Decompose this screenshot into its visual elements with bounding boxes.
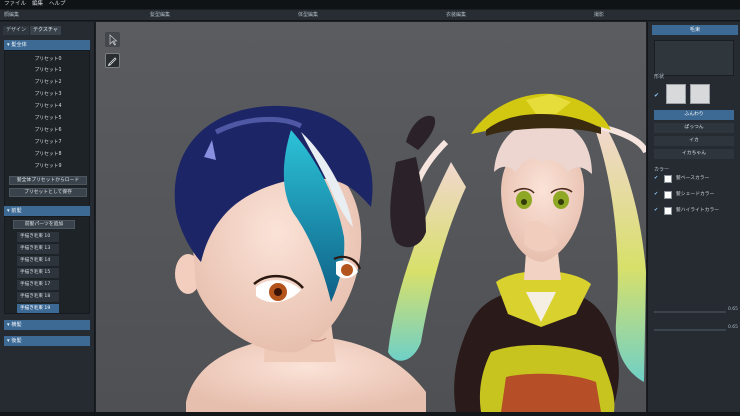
add-front-part-button[interactable]: 前髪パーツを追加 [13,220,75,229]
tab-outfit-edit[interactable]: 衣装編集 [446,10,466,21]
section-header-back-hair[interactable]: ▾ 後髪 [4,336,90,346]
preset-item[interactable]: プリセット6 [5,126,91,136]
hair-part-item[interactable]: 手描き毛束 15 [17,268,59,278]
preset-item[interactable]: プリセット1 [5,66,91,76]
check-icon[interactable]: ✔ [654,208,659,213]
tab-face-edit[interactable]: 顔編集 [4,10,19,21]
section-title: 横髪 [11,322,22,328]
menu-file[interactable]: ファイル [4,0,26,9]
right-panel: 毛束 形状 ✔ ふんわり ぱっつん イカ イカちゃん カラー ✔ 髪ベースカラー… [647,22,740,412]
hair-part-item[interactable]: 手描き毛束 18 [17,292,59,302]
status-bar [0,412,740,416]
section-title: 前髪 [11,208,22,214]
save-preset-button[interactable]: プリセットとして保存 [9,188,87,197]
color-swatch[interactable] [664,191,672,199]
menu-help[interactable]: ヘルプ [49,0,66,9]
section-header-front-hair[interactable]: ▾ 前髪 [4,206,90,216]
section-header-all-hair[interactable]: ▾ 髪全体 [4,40,90,50]
preset-list: プリセット0 プリセット1 プリセット2 プリセット3 プリセット4 プリセット… [4,50,90,222]
section-title: 後髪 [11,338,22,344]
style-option-selected[interactable]: ふんわり [654,110,734,120]
color-swatch[interactable] [664,175,672,183]
load-preset-button[interactable]: 髪全体プリセットからロード [9,176,87,185]
hair-part-item[interactable]: 手描き毛束 13 [17,244,59,254]
tab-texture[interactable]: テクスチャ [30,26,61,35]
color-row-shade[interactable]: ✔ 髪シェードカラー [654,190,738,200]
preset-item[interactable]: プリセット9 [5,162,91,172]
preset-item[interactable]: プリセット7 [5,138,91,148]
section-tab-bar: 顔編集 髪型編集 体型編集 衣装編集 撮影 [0,10,740,21]
color-row-highlight[interactable]: ✔ 髪ハイライトカラー [654,206,738,216]
style-option[interactable]: ぱっつん [654,123,734,133]
style-option[interactable]: イカちゃん [654,149,734,159]
slider-value-1: 0.65 [728,307,739,312]
preset-item[interactable]: プリセット2 [5,78,91,88]
preset-item[interactable]: プリセット0 [5,55,91,65]
color-row-base[interactable]: ✔ 髪ベースカラー [654,174,738,184]
menu-edit[interactable]: 編集 [32,0,43,9]
front-hair-list: 前髪パーツを追加 手描き毛束 10 手描き毛束 13 手描き毛束 14 手描き毛… [4,216,90,314]
section-title: 髪全体 [11,42,27,48]
shape-swatch-2[interactable] [690,84,710,104]
color-label: カラー [654,167,670,173]
3d-model-render [174,93,646,412]
tab-hair-edit[interactable]: 髪型編集 [150,10,170,21]
left-panel: デザイン テクスチャ ▾ 髪全体 プリセット0 プリセット1 プリセット2 プリ… [0,22,95,412]
hair-part-item[interactable]: 手描き毛束 14 [17,256,59,266]
section-header-side-hair[interactable]: ▾ 横髪 [4,320,90,330]
color-swatch[interactable] [664,207,672,215]
check-icon[interactable]: ✔ [654,192,659,197]
preset-item[interactable]: プリセット8 [5,150,91,160]
color-name: 髪シェードカラー [676,192,715,197]
slider-value-2: 0.65 [728,325,739,330]
preset-item[interactable]: プリセット5 [5,114,91,124]
shape-swatch-1[interactable] [666,84,686,104]
tab-photo[interactable]: 撮影 [594,10,604,21]
preset-item[interactable]: プリセット4 [5,102,91,112]
panel-title: 毛束 [652,25,738,35]
hair-preview [654,40,734,76]
color-name: 髪ベースカラー [676,176,710,181]
menu-bar: ファイル 編集 ヘルプ [0,0,740,9]
slider-2[interactable] [654,329,726,331]
hair-part-item-selected[interactable]: 手描き毛束 19 [17,304,59,313]
style-option[interactable]: イカ [654,136,734,146]
color-name: 髪ハイライトカラー [676,208,720,213]
shape-label: 形状 [654,74,665,80]
shape-check-icon[interactable]: ✔ [654,92,659,99]
check-icon[interactable]: ✔ [654,176,659,181]
tab-body-edit[interactable]: 体型編集 [298,10,318,21]
3d-viewport[interactable] [96,22,646,412]
preset-item[interactable]: プリセット3 [5,90,91,100]
hair-part-item[interactable]: 手描き毛束 10 [17,232,59,242]
hair-part-item[interactable]: 手描き毛束 17 [17,280,59,290]
tab-design[interactable]: デザイン [3,26,30,35]
slider-1[interactable] [654,311,726,313]
